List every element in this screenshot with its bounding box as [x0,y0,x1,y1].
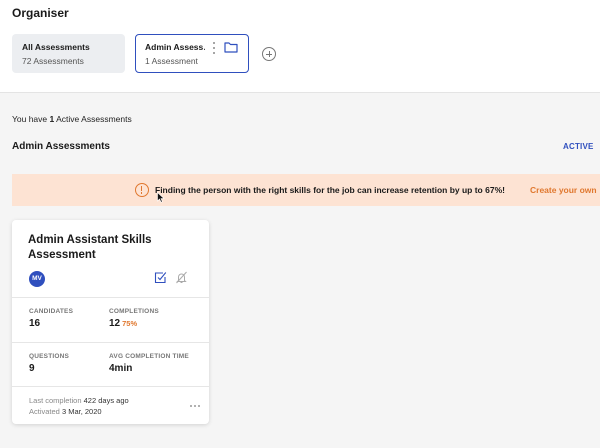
active-assessments-summary: You have 1 Active Assessments [12,114,132,124]
kebab-menu-icon[interactable] [212,42,216,54]
folder-icon[interactable] [224,41,238,53]
bell-off-icon[interactable] [175,271,188,284]
completions-percent: 75% [122,319,138,328]
questions-label: QUESTIONS [29,353,70,360]
candidates-label: CANDIDATES [29,308,74,315]
create-your-own-link[interactable]: Create your own [530,185,597,195]
more-horizontal-icon[interactable] [190,405,200,408]
assessment-card[interactable]: Admin Assistant Skills Assessment MV CAN… [12,220,209,424]
summary-prefix: You have [12,114,50,124]
add-folder-icon[interactable] [262,47,276,61]
folder-name: Admin Assess… [145,42,205,52]
avatar: MV [29,271,45,287]
folder-count: 1 Assessment [145,56,198,66]
folder-count: 72 Assessments [22,56,84,66]
folder-admin-assessments[interactable]: Admin Assess… 1 Assessment [135,34,249,73]
banner-text: Finding the person with the right skills… [155,185,505,195]
warning-icon [135,183,149,197]
divider [12,342,209,343]
folder-name: All Assessments [22,42,90,52]
edit-check-icon[interactable] [154,271,167,284]
section-title: Admin Assessments [12,141,110,152]
last-completion: Last completion 422 days ago [29,396,129,405]
organiser-panel: Organiser All Assessments 72 Assessments… [0,0,600,93]
avg-completion-value: 4min [109,363,133,374]
last-completion-value: 422 days ago [83,396,129,405]
activated-value: 3 Mar, 2020 [61,407,102,416]
status-filter-active[interactable]: ACTIVE [563,142,594,151]
organiser-title: Organiser [12,6,69,20]
activated-date: Activated 3 Mar, 2020 [29,407,102,416]
completions-value: 12 [109,318,121,329]
avg-completion-label: AVG COMPLETION TIME [109,353,189,360]
last-completion-label: Last completion [29,396,82,405]
activated-label: Activated [29,407,60,416]
summary-suffix: Active Assessments [54,114,132,124]
candidates-value: 16 [29,318,41,329]
completions-label: COMPLETIONS [109,308,159,315]
mouse-cursor-icon [157,192,165,203]
folder-all-assessments[interactable]: All Assessments 72 Assessments [12,34,125,73]
assessment-title: Admin Assistant Skills Assessment [28,234,152,261]
info-banner: Finding the person with the right skills… [12,174,600,206]
completions-stat: 12 75% [109,318,137,329]
divider [12,297,209,298]
questions-value: 9 [29,363,35,374]
divider [12,386,209,387]
